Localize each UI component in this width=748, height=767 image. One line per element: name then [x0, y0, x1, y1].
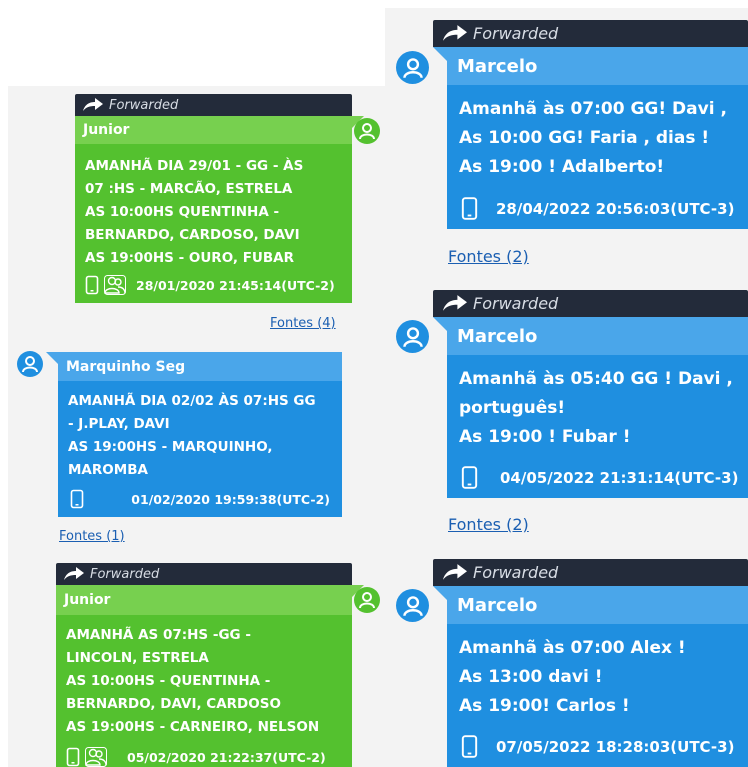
message-meta: 01/02/2020 19:59:38(UTC-2) [70, 489, 330, 509]
user-avatar-icon [354, 587, 380, 613]
message-line: BERNARDO, CARDOSO, DAVI [85, 227, 300, 243]
message-line: AS 10:00HS QUENTINHA - [85, 204, 280, 220]
forwarded-label: Forwarded [473, 24, 559, 43]
forwarded-bar: Forwarded [75, 94, 352, 116]
message-line: 07 :HS - MARCÃO, ESTRELA [85, 181, 293, 197]
forwarded-bar: Forwarded [433, 290, 748, 317]
user-avatar-icon [396, 320, 429, 353]
sender-name: Junior [83, 122, 130, 138]
user-avatar-icon [396, 51, 429, 84]
forward-arrow-icon [83, 98, 103, 111]
forward-arrow-icon [64, 567, 84, 580]
message-line: Amanhã às 07:00 Alex ! [459, 638, 686, 658]
timestamp: 28/04/2022 20:56:03(UTC-3) [496, 199, 735, 218]
timestamp: 01/02/2020 19:59:38(UTC-2) [131, 491, 330, 507]
sender-bar: Marcelo [447, 47, 748, 85]
message-line: AS 19:00HS - MARQUINHO, [68, 439, 273, 455]
sender-bar: Junior [75, 116, 352, 144]
message-text[interactable]: Amanhã às 07:00 GG! Davi , As 10:00 GG! … [447, 95, 748, 182]
forwarded-bar: Forwarded [56, 563, 352, 585]
user-avatar-icon [17, 351, 43, 377]
bubble-tail [46, 352, 58, 364]
sender-name: Marcelo [457, 594, 538, 616]
phone-icon [461, 197, 478, 220]
message-line: AMANHÃ DIA 29/01 - GG - ÀS [85, 158, 304, 174]
timestamp: 07/05/2022 18:28:03(UTC-3) [496, 737, 735, 756]
user-avatar-icon [396, 589, 429, 622]
message-bubble[interactable]: Marquinho Seg AMANHÃ DIA 02/02 ÀS 07:HS … [58, 352, 342, 517]
message-bubble[interactable]: Junior AMANHÃ DIA 29/01 - GG - ÀS 07 :HS… [75, 116, 352, 303]
forwarded-label: Forwarded [109, 97, 179, 113]
sources-link[interactable]: Fontes (1) [59, 529, 125, 544]
sender-bar: Marcelo [447, 586, 748, 624]
forwarded-label: Forwarded [473, 563, 559, 582]
message-line: LINCOLN, ESTRELA [66, 650, 209, 666]
forwarded-bar: Forwarded [433, 559, 748, 586]
forward-arrow-icon [443, 25, 467, 41]
message-meta: 28/01/2020 21:45:14(UTC-2) [85, 275, 335, 295]
message-meta: 05/02/2020 21:22:37(UTC-2) [66, 747, 326, 767]
phone-icon [66, 747, 80, 767]
sender-name: Marcelo [457, 325, 538, 347]
message-line: As 19:00 ! Adalberto! [459, 157, 665, 177]
message-text[interactable]: AMANHÃ AS 07:HS -GG - LINCOLN, ESTRELA A… [56, 624, 352, 739]
user-avatar-icon [354, 118, 380, 144]
sender-bar: Marcelo [447, 317, 748, 355]
message-line: AS 10:00HS - QUENTINHA - [66, 673, 271, 689]
forwarded-bar: Forwarded [433, 20, 748, 47]
sender-name: Marcelo [457, 55, 538, 77]
forwarded-label: Forwarded [90, 566, 160, 582]
message-text[interactable]: AMANHÃ DIA 29/01 - GG - ÀS 07 :HS - MARC… [75, 155, 352, 270]
forward-arrow-icon [443, 564, 467, 580]
message-meta: 04/05/2022 21:31:14(UTC-3) [461, 465, 738, 490]
phone-icon [70, 489, 84, 509]
message-line: As 19:00! Carlos ! [459, 696, 630, 716]
sender-bar: Junior [56, 585, 352, 615]
message-line: português! [459, 398, 566, 418]
sender-bar: Marquinho Seg [58, 352, 342, 381]
bubble-tail [433, 586, 447, 600]
group-icon [85, 747, 107, 767]
timestamp: 28/01/2020 21:45:14(UTC-2) [136, 277, 335, 293]
message-line: As 13:00 davi ! [459, 667, 603, 687]
message-bubble[interactable]: Marcelo Amanhã às 07:00 Alex ! As 13:00 … [447, 586, 748, 767]
message-line: Amanhã às 05:40 GG ! Davi , [459, 369, 733, 389]
sources-link[interactable]: Fontes (2) [448, 247, 529, 266]
sender-name: Marquinho Seg [66, 358, 186, 375]
message-bubble[interactable]: Marcelo Amanhã às 07:00 GG! Davi , As 10… [447, 47, 748, 229]
message-line: Amanhã às 07:00 GG! Davi , [459, 99, 727, 119]
message-text[interactable]: Amanhã às 07:00 Alex ! As 13:00 davi ! A… [447, 634, 748, 721]
message-line: - J.PLAY, DAVI [68, 416, 170, 432]
forward-arrow-icon [443, 295, 467, 311]
group-icon [104, 275, 126, 295]
timestamp: 04/05/2022 21:31:14(UTC-3) [500, 468, 739, 487]
message-line: AMANHÃ DIA 02/02 ÀS 07:HS GG [68, 393, 316, 409]
message-line: As 10:00 GG! Faria , dias ! [459, 128, 710, 148]
sources-link[interactable]: Fontes (2) [448, 515, 529, 534]
sources-link[interactable]: Fontes (4) [270, 316, 336, 331]
message-bubble[interactable]: Marcelo Amanhã às 05:40 GG ! Davi , port… [447, 317, 748, 498]
message-meta: 28/04/2022 20:56:03(UTC-3) [461, 196, 734, 221]
phone-icon [461, 466, 478, 489]
sender-name: Junior [64, 592, 111, 608]
message-line: AS 19:00HS - CARNEIRO, NELSON [66, 719, 320, 735]
message-text[interactable]: AMANHÃ DIA 02/02 ÀS 07:HS GG - J.PLAY, D… [58, 390, 342, 482]
message-text[interactable]: Amanhã às 05:40 GG ! Davi , português! A… [447, 365, 748, 452]
message-line: As 19:00 ! Fubar ! [459, 427, 631, 447]
bubble-tail [433, 47, 447, 61]
timestamp: 05/02/2020 21:22:37(UTC-2) [127, 749, 326, 765]
message-line: MAROMBA [68, 462, 148, 478]
phone-icon [461, 735, 478, 758]
forwarded-label: Forwarded [473, 294, 559, 313]
phone-icon [85, 275, 99, 295]
message-line: BERNARDO, DAVI, CARDOSO [66, 696, 281, 712]
message-bubble[interactable]: Junior AMANHÃ AS 07:HS -GG - LINCOLN, ES… [56, 585, 352, 767]
bubble-tail [433, 317, 447, 331]
message-line: AS 19:00HS - OURO, FUBAR [85, 250, 295, 266]
message-line: AMANHÃ AS 07:HS -GG - [66, 627, 251, 643]
message-meta: 07/05/2022 18:28:03(UTC-3) [461, 734, 734, 759]
